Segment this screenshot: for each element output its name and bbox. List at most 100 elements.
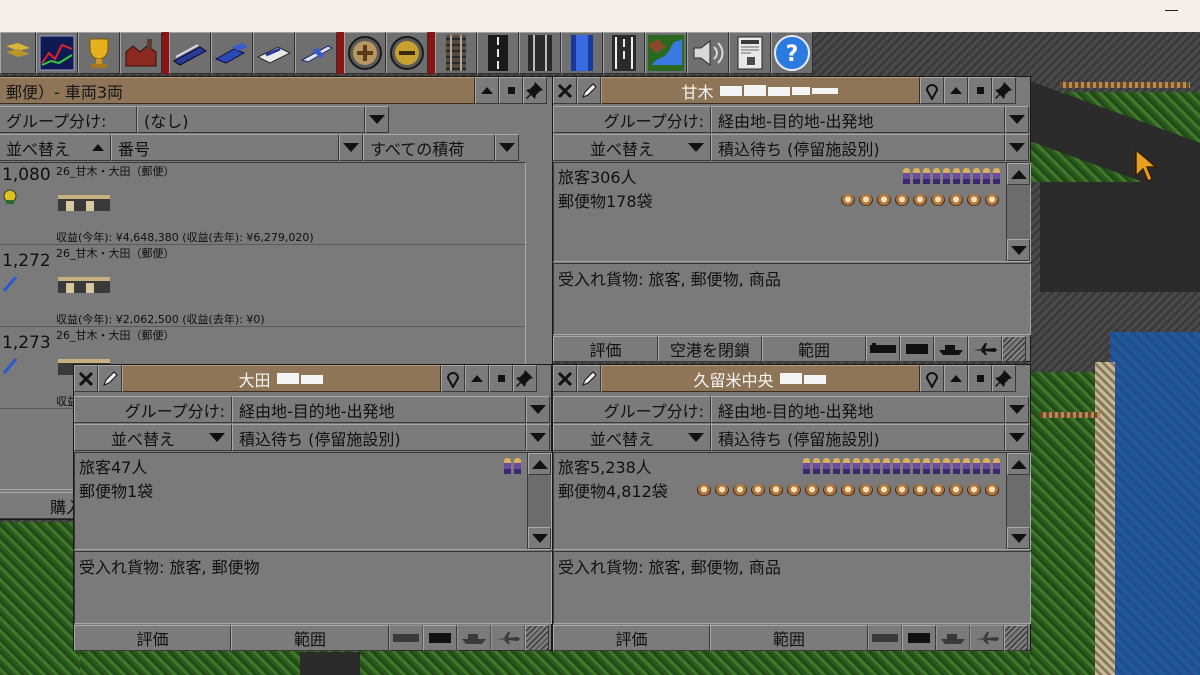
help-icon[interactable]: ? [771,32,813,74]
rating-button[interactable]: 評価 [553,625,710,651]
sort-criteria-dropdown[interactable]: 積込待ち (停留施設別) [711,424,1005,451]
graph-icon[interactable] [36,32,78,74]
water-icon[interactable] [561,32,603,74]
ship-icon[interactable] [253,32,295,74]
road-icon[interactable] [477,32,519,74]
close-icon[interactable] [553,77,577,104]
stickybox-button[interactable] [499,77,523,104]
factory-icon[interactable] [120,32,162,74]
location-pin-icon[interactable] [920,77,944,104]
sort-criteria-dropdown[interactable]: 番号 [111,134,339,161]
shade-button[interactable] [944,365,968,392]
sort-dropdown-arrow[interactable] [339,134,363,161]
rating-button[interactable]: 評価 [553,336,658,362]
cargo-filter-arrow[interactable] [495,134,519,161]
sort-order-button[interactable]: 並べ替え [553,424,711,451]
cargo-scrollbar[interactable] [1006,163,1030,261]
pin-icon[interactable] [992,77,1016,104]
group-dropdown[interactable]: 経由地-目的地-出発地 [232,396,526,423]
stickybox-button[interactable] [968,77,992,104]
train-filter-icon[interactable] [868,625,902,651]
station-title[interactable]: 甘木 [601,77,920,104]
train-icon[interactable] [169,32,211,74]
zoom-out-icon[interactable] [386,32,428,74]
airport-icon[interactable] [603,32,645,74]
window-title[interactable]: 郵便）- 車両3両 [0,77,475,104]
station-title[interactable]: 大田 [122,365,441,392]
sort-order-button[interactable]: 並べ替え [553,134,711,161]
ship-filter-icon[interactable] [934,336,968,362]
coverage-button[interactable]: 範囲 [231,625,389,651]
rename-pencil-icon[interactable] [98,365,122,392]
newspaper-icon[interactable] [729,32,771,74]
stickybox-button[interactable] [489,365,513,392]
plane-icon[interactable] [295,32,337,74]
vehicle-row[interactable]: 1,080 26_甘木・大田（郵便） 収益(今年): ¥4,648,380 (収… [0,163,525,245]
truck-filter-icon[interactable] [423,625,457,651]
scroll-down-button[interactable] [1007,239,1030,261]
zoom-in-icon[interactable] [344,32,386,74]
ship-filter-icon[interactable] [457,625,491,651]
tram-icon[interactable] [519,32,561,74]
plane-filter-icon[interactable] [968,336,1002,362]
cargo-scrollbar[interactable] [1006,453,1030,549]
sort-dropdown-arrow[interactable] [1005,424,1029,451]
truck-icon[interactable] [211,32,253,74]
minimize-icon[interactable] [1165,10,1178,11]
group-dropdown-arrow[interactable] [1005,106,1029,133]
scroll-up-button[interactable] [528,453,551,475]
truck-filter-icon[interactable] [900,336,934,362]
sound-icon[interactable] [687,32,729,74]
train-filter-icon[interactable] [866,336,900,362]
pin-icon[interactable] [523,77,547,104]
group-dropdown[interactable]: 経由地-目的地-出発地 [711,106,1005,133]
vehicle-row[interactable]: 1,272 26_甘木・大田（郵便） 収益(今年): ¥2,062,500 (収… [0,245,525,327]
resize-handle[interactable] [525,625,549,651]
sort-dropdown-arrow[interactable] [1005,134,1029,161]
coverage-button[interactable]: 範囲 [710,625,868,651]
shade-button[interactable] [465,365,489,392]
cargo-scrollbar[interactable] [527,453,551,549]
resize-handle[interactable] [1004,625,1028,651]
sort-criteria-dropdown[interactable]: 積込待ち (停留施設別) [232,424,526,451]
group-dropdown[interactable]: 経由地-目的地-出発地 [711,396,1005,423]
flag-icon[interactable] [0,32,36,74]
sort-order-button[interactable]: 並べ替え [0,134,111,161]
coverage-button[interactable]: 範囲 [762,336,866,362]
sort-criteria-dropdown[interactable]: 積込待ち (停留施設別) [711,134,1005,161]
sort-dropdown-arrow[interactable] [526,424,550,451]
close-icon[interactable] [74,365,98,392]
trophy-icon[interactable] [78,32,120,74]
plane-filter-icon[interactable] [491,625,525,651]
scroll-down-button[interactable] [528,527,551,549]
shade-button[interactable] [475,77,499,104]
train-filter-icon[interactable] [389,625,423,651]
stickybox-button[interactable] [968,365,992,392]
rating-button[interactable]: 評価 [74,625,231,651]
plane-filter-icon[interactable] [970,625,1004,651]
group-dropdown-arrow[interactable] [526,396,550,423]
pin-icon[interactable] [992,365,1016,392]
pin-icon[interactable] [513,365,537,392]
shade-button[interactable] [944,77,968,104]
sort-order-button[interactable]: 並べ替え [74,424,232,451]
scroll-up-button[interactable] [1007,163,1030,185]
resize-handle[interactable] [1002,336,1026,362]
ship-filter-icon[interactable] [936,625,970,651]
location-pin-icon[interactable] [441,365,465,392]
cargo-filter-dropdown[interactable]: すべての積荷 [363,134,495,161]
group-dropdown-arrow[interactable] [1005,396,1029,423]
truck-filter-icon[interactable] [902,625,936,651]
scroll-up-button[interactable] [1007,453,1030,475]
rename-pencil-icon[interactable] [577,77,601,104]
close-icon[interactable] [553,365,577,392]
group-dropdown-arrow[interactable] [365,106,389,133]
close-airport-button[interactable]: 空港を閉鎖 [658,336,762,362]
group-dropdown[interactable]: (なし) [137,106,365,133]
rail-icon[interactable] [435,32,477,74]
station-title[interactable]: 久留米中央 [601,365,920,392]
rename-pencil-icon[interactable] [577,365,601,392]
scroll-down-button[interactable] [1007,527,1030,549]
location-pin-icon[interactable] [920,365,944,392]
landscape-icon[interactable] [645,32,687,74]
